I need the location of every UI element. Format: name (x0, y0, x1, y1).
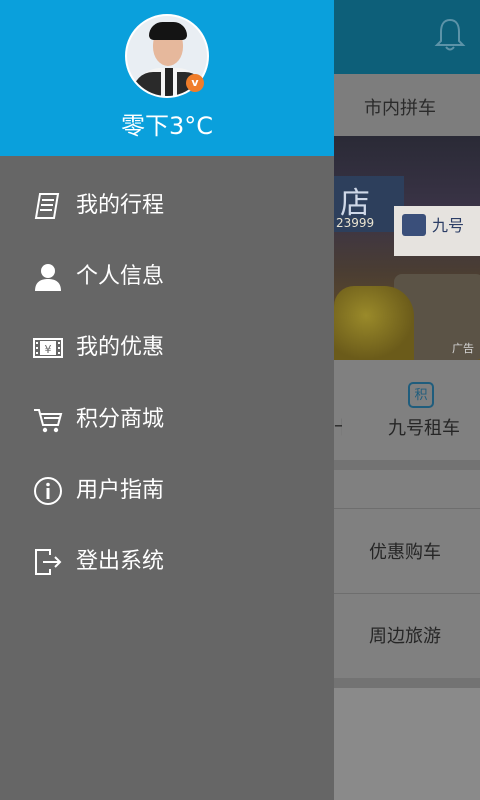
rental-icon: 积 (408, 382, 434, 408)
drawer-header: v 零下3°C (0, 0, 334, 156)
menu-label: 登出系统 (76, 549, 165, 574)
menu-label: 个人信息 (76, 264, 165, 289)
section-divider (334, 678, 480, 688)
list-item-nearby-travel[interactable]: 周边旅游 (350, 622, 460, 648)
feature-label-partial: 卡 (334, 414, 342, 440)
navigation-drawer: v 零下3°C 我的行程 个人信息 ¥ 我的优惠 积分商城 用户指南 登出系统 (0, 0, 334, 800)
section-divider (334, 460, 480, 470)
menu-item-points-mall[interactable]: 积分商城 (0, 384, 334, 456)
menu-label: 用户指南 (76, 478, 165, 503)
banner-sign2-text: 九号 (432, 216, 465, 235)
info-icon (34, 477, 62, 505)
banner-car (334, 286, 414, 360)
feature-grid (334, 360, 480, 460)
menu-item-my-trips[interactable]: 我的行程 (0, 170, 334, 242)
avatar-badge-icon: v (186, 74, 204, 92)
tab-city-carpool[interactable]: 市内拼车 (335, 94, 465, 120)
list-spacer (334, 470, 480, 508)
ad-label: 广告 (452, 342, 474, 355)
person-icon (35, 264, 61, 291)
menu-item-personal-info[interactable]: 个人信息 (0, 241, 334, 313)
cart-icon (34, 409, 63, 433)
menu-label: 我的优惠 (76, 335, 165, 360)
notification-bell-icon[interactable] (434, 16, 466, 54)
avatar-hair (149, 22, 187, 40)
username: 零下3°C (120, 112, 214, 140)
banner-sign-number: 23999 (336, 216, 375, 230)
list-item-discount-car[interactable]: 优惠购车 (350, 538, 460, 564)
ad-banner[interactable]: 店 23999 九号 广告 (334, 136, 480, 360)
logout-icon (35, 549, 62, 575)
menu-item-user-guide[interactable]: 用户指南 (0, 455, 334, 527)
menu-label: 我的行程 (76, 193, 165, 218)
avatar-tie (165, 68, 173, 96)
svg-text:¥: ¥ (45, 343, 52, 356)
feature-car-rental[interactable]: 九号租车 (376, 414, 472, 440)
banner-logo-icon (402, 214, 426, 236)
menu-label: 积分商城 (76, 407, 165, 432)
avatar-jacket-left (133, 72, 161, 96)
banner-sign-2: 九号 (394, 206, 480, 256)
coupon-icon: ¥ (33, 338, 63, 358)
receipt-icon (34, 193, 60, 219)
menu-item-logout[interactable]: 登出系统 (0, 526, 334, 598)
menu-item-my-coupons[interactable]: ¥ 我的优惠 (0, 312, 334, 384)
